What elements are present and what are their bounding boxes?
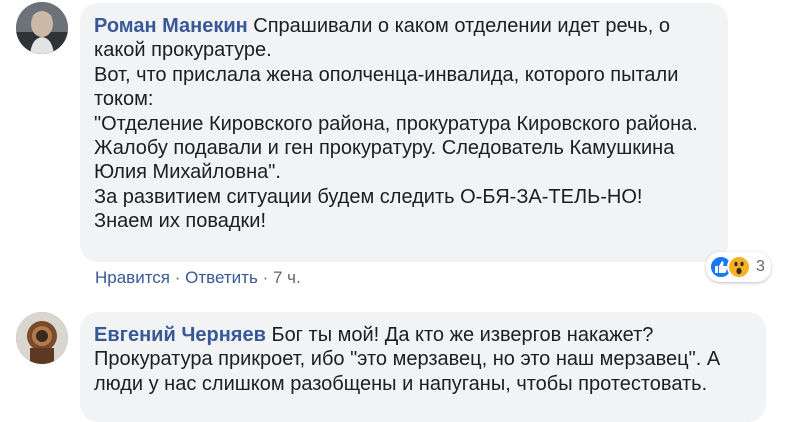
like-link[interactable]: Нравится — [95, 268, 170, 287]
comment-line: "Отделение Кировского района, прокуратур… — [94, 112, 698, 135]
comment-timestamp[interactable]: 7 ч. — [273, 268, 301, 287]
reaction-count: 3 — [756, 258, 765, 275]
comment-line: Знаем их повадки! — [94, 210, 267, 233]
comment-line: Спрашивали о каком отделении идет речь, … — [253, 15, 671, 37]
wow-icon — [727, 255, 751, 279]
reactions-summary[interactable]: 3 — [706, 252, 771, 282]
comment-line: Жалобу подавали и ген прокуратуру. Следо… — [94, 137, 675, 160]
comment-line: током: — [94, 88, 154, 111]
comment-author[interactable]: Евгений Черняев — [94, 324, 266, 346]
comment-line: Вот, что прислала жена ополченца-инвалид… — [94, 63, 679, 86]
reply-link[interactable]: Ответить — [185, 268, 258, 287]
comment-line: Юлия Михайловна". — [94, 161, 281, 184]
separator: · — [174, 268, 181, 287]
comment-line: Бог ты мой! Да кто же извергов накажет? — [271, 324, 654, 346]
comment-line: люди у нас слишком разобщены и напуганы,… — [94, 372, 708, 395]
avatar[interactable] — [16, 2, 68, 54]
comment-line: Прокуратура прикроет, ибо "это мерзавец,… — [94, 348, 721, 371]
comment-actions: Нравится · Ответить · 7 ч. — [95, 268, 301, 288]
comment-text: Роман Манекин Спрашивали о каком отделен… — [94, 14, 714, 234]
comment-line: За развитием ситуации будем следить О-БЯ… — [94, 185, 643, 208]
comment-bubble: Евгений Черняев Бог ты мой! Да кто же из… — [80, 312, 766, 422]
separator: · — [262, 268, 269, 287]
comment-bubble: Роман Манекин Спрашивали о каком отделен… — [80, 3, 728, 262]
comment-author[interactable]: Роман Манекин — [94, 15, 248, 37]
comment-text: Евгений Черняев Бог ты мой! Да кто же из… — [94, 323, 752, 396]
comment-line: какой прокуратуре. — [94, 39, 272, 62]
avatar[interactable] — [16, 312, 68, 364]
